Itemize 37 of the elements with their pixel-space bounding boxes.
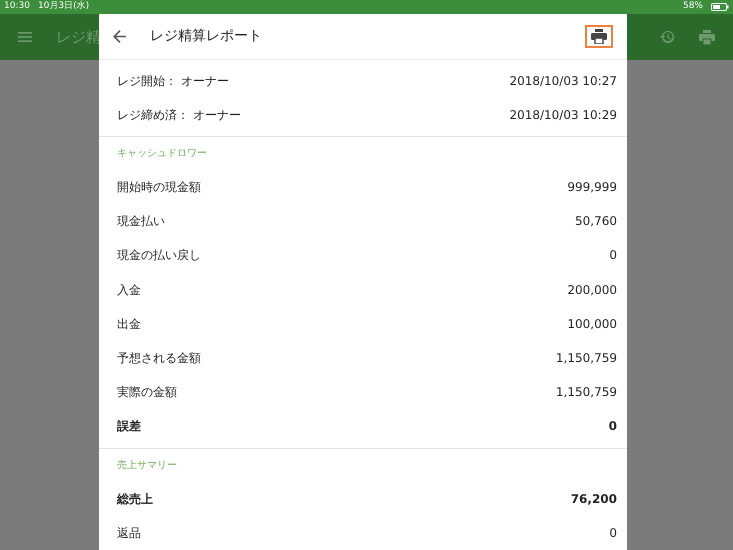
row-value: 999,999 [567,179,617,196]
print-button[interactable] [585,25,613,48]
row-value: 50,760 [575,213,617,230]
row-value: 0 [608,418,617,436]
history-icon[interactable] [659,29,675,45]
row-label: 誤差 [117,418,141,436]
row-label: 予想される金額 [117,350,201,368]
row-label: 返品 [117,524,141,542]
section-heading: キャッシュドロワー [117,147,207,161]
row-label: 出金 [117,316,141,333]
info-value: 2018/10/03 10:29 [509,107,617,124]
battery-level: 58% [682,0,703,14]
print-icon [591,29,607,44]
row-value: 0 [609,524,617,542]
dialog-title: レジ精算レポート [150,27,262,46]
row-label: 実際の金額 [117,384,177,402]
row-label: 現金の払い戻し [117,247,201,264]
row-label: 総売上 [117,490,153,508]
status-date: 10月3日(水) [38,0,90,14]
row-value: 76,200 [570,490,617,508]
print-icon[interactable] [699,30,715,44]
row-label: 現金払い [117,213,165,230]
row-value: 1,150,759 [556,384,617,402]
row-value: 1,150,759 [556,350,617,368]
info-label: レジ開始： オーナー [117,73,229,90]
row-value: 100,000 [567,316,617,333]
back-arrow-icon[interactable] [113,30,126,43]
menu-icon[interactable] [18,32,32,42]
info-value: 2018/10/03 10:27 [509,73,617,90]
section-heading: 売上サマリー [117,458,177,472]
row-value: 200,000 [567,282,617,299]
status-time: 10:30 [4,0,30,14]
row-value: 0 [609,247,617,264]
row-label: 入金 [117,282,141,299]
row-label: 開始時の現金額 [117,179,201,196]
battery-icon [711,3,729,11]
info-label: レジ締め済： オーナー [117,107,241,124]
